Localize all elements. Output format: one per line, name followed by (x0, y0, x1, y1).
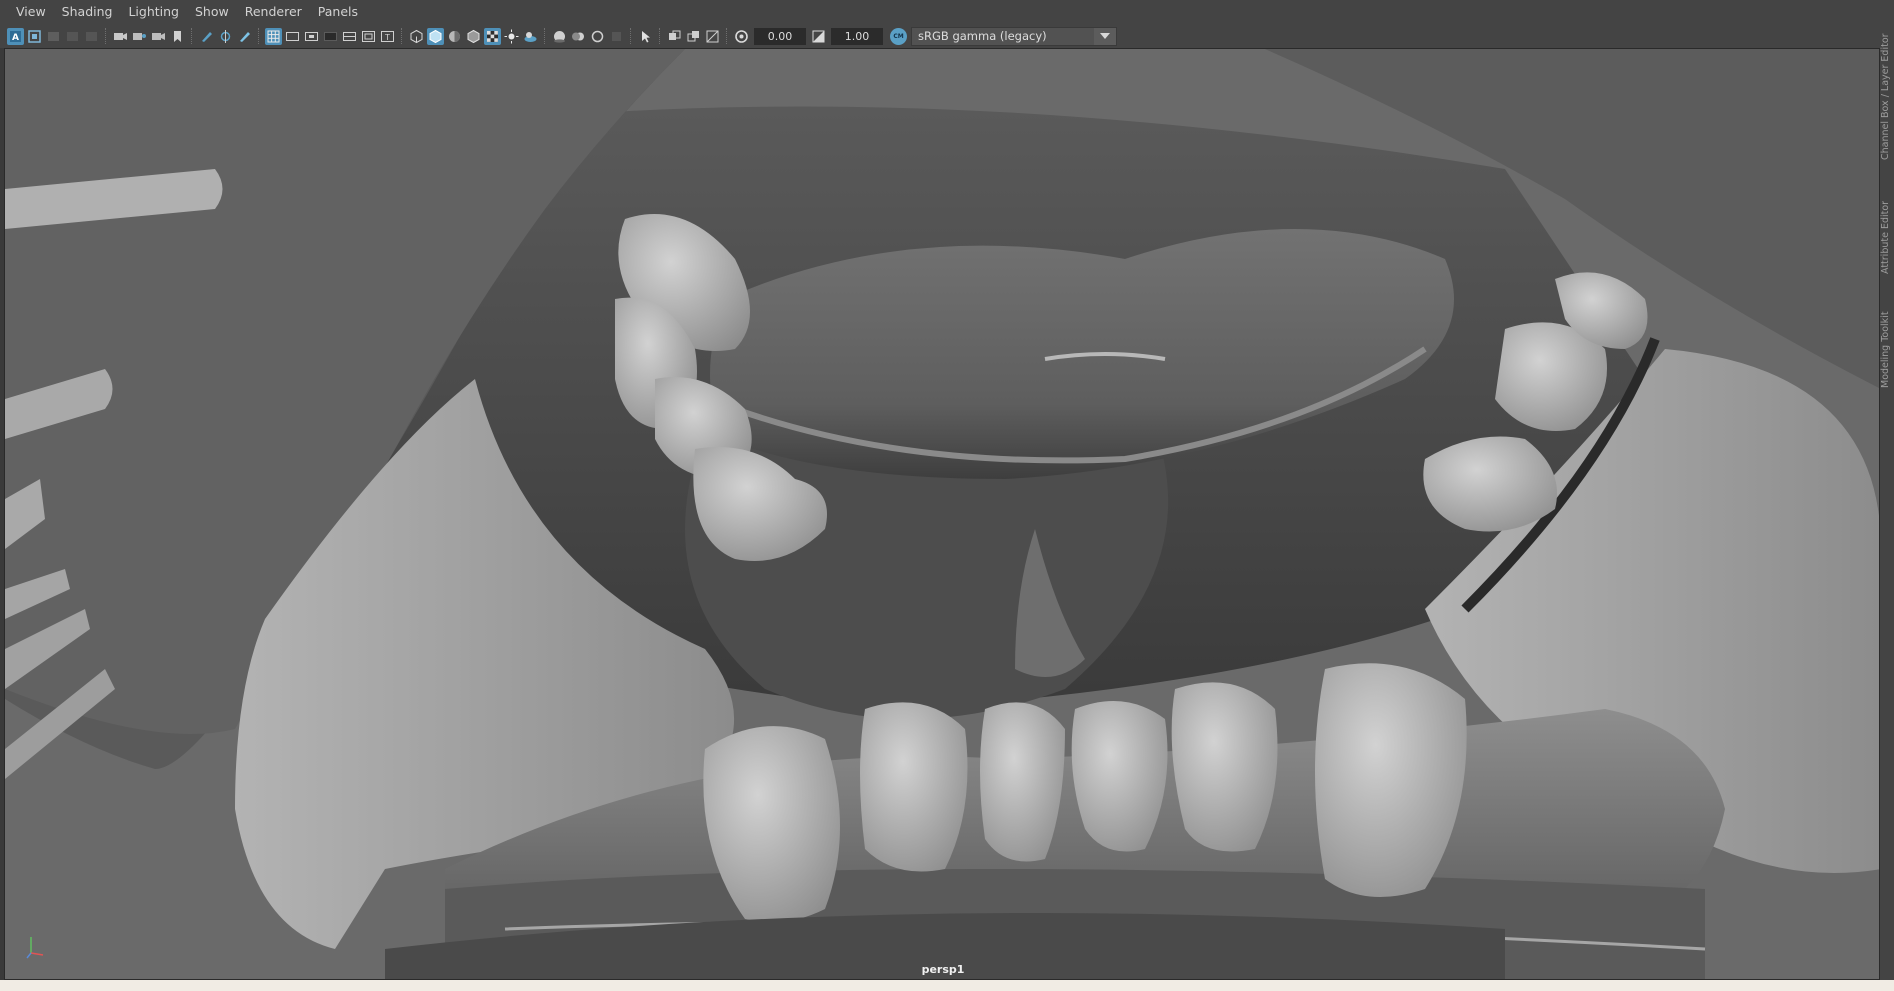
gamma-icon[interactable] (810, 28, 827, 45)
smooth-shade-icon[interactable] (427, 27, 444, 45)
status-line (0, 980, 1894, 991)
shaded-wireframe-icon[interactable] (465, 28, 482, 45)
viewport-menu-bar: View Shading Lighting Show Renderer Pane… (0, 0, 1894, 24)
xray-icon[interactable] (666, 28, 683, 45)
field-chart-icon[interactable] (341, 28, 358, 45)
textured-icon[interactable] (484, 27, 501, 45)
film-gate-icon[interactable] (284, 28, 301, 45)
tab-channel-box[interactable]: Channel Box / Layer Editor (1880, 30, 1894, 160)
collapsed-side-panel: Channel Box / Layer Editor Attribute Edi… (1880, 24, 1894, 980)
screen-space-ao-icon[interactable] (551, 28, 568, 45)
image-plane-icon[interactable] (64, 28, 81, 45)
motion-blur-icon[interactable] (570, 28, 587, 45)
menu-renderer[interactable]: Renderer (237, 0, 310, 24)
pencil-icon[interactable] (236, 28, 253, 45)
lights-icon[interactable] (503, 28, 520, 45)
exposure-field[interactable]: 0.00 (754, 27, 806, 45)
toolbar-separator (544, 28, 546, 44)
safe-action-icon[interactable] (360, 28, 377, 45)
perspective-viewport[interactable]: persp1 (4, 48, 1880, 980)
menu-shading[interactable]: Shading (54, 0, 121, 24)
color-space-label: sRGB gamma (legacy) (918, 29, 1047, 43)
viewport-toolbar: A T 0.00 1.00 CM sRGB gamma (legacy) (0, 24, 1894, 48)
transform-icon[interactable] (217, 28, 234, 45)
camera-lock-icon[interactable] (26, 28, 43, 45)
toolbar-separator (630, 28, 632, 44)
tab-modeling-toolkit[interactable]: Modeling Toolkit (1880, 288, 1894, 388)
svg-text:T: T (384, 33, 390, 42)
menu-lighting[interactable]: Lighting (120, 0, 187, 24)
gamma-field[interactable]: 1.00 (831, 27, 883, 45)
mouth-model-render (5, 49, 1879, 979)
camera-name-label: persp1 (921, 963, 965, 976)
chevron-down-icon[interactable] (1094, 27, 1116, 45)
toolbar-separator (401, 28, 403, 44)
default-material-icon[interactable] (446, 28, 463, 45)
camera-track-icon[interactable] (131, 28, 148, 45)
resolution-gate-icon[interactable] (303, 28, 320, 45)
xray-joints-icon[interactable] (685, 28, 702, 45)
wireframe-icon[interactable] (408, 28, 425, 45)
svg-text:A: A (12, 33, 19, 43)
two-d-pan-icon[interactable] (83, 28, 100, 45)
select-camera-icon[interactable]: A (7, 27, 24, 45)
grid-icon[interactable] (265, 27, 282, 45)
color-space-dropdown[interactable]: sRGB gamma (legacy) (911, 26, 1117, 46)
grease-pencil-icon[interactable] (198, 28, 215, 45)
camera-dolly-icon[interactable] (150, 28, 167, 45)
toolbar-separator (191, 28, 193, 44)
menu-view[interactable]: View (8, 0, 54, 24)
camera-attributes-icon[interactable] (45, 28, 62, 45)
color-management-icon[interactable]: CM (890, 27, 907, 45)
gate-mask-icon[interactable] (322, 28, 339, 45)
xray-components-icon[interactable] (704, 28, 721, 45)
maya-window: View Shading Lighting Show Renderer Pane… (0, 0, 1894, 991)
safe-title-icon[interactable]: T (379, 28, 396, 45)
toolbar-separator (105, 28, 107, 44)
menu-show[interactable]: Show (187, 0, 237, 24)
camera-icon[interactable] (112, 28, 129, 45)
toolbar-separator (726, 28, 728, 44)
tab-attribute-editor[interactable]: Attribute Editor (1880, 174, 1894, 274)
toolbar-separator (258, 28, 260, 44)
menu-panels[interactable]: Panels (310, 0, 366, 24)
isolate-select-icon[interactable] (637, 28, 654, 45)
shadows-icon[interactable] (522, 28, 539, 45)
axis-indicator-icon (23, 931, 53, 961)
anti-aliasing-icon[interactable] (589, 28, 606, 45)
exposure-icon[interactable] (733, 28, 750, 45)
depth-of-field-icon[interactable] (608, 28, 625, 45)
bookmark-icon[interactable] (169, 28, 186, 45)
toolbar-separator (659, 28, 661, 44)
